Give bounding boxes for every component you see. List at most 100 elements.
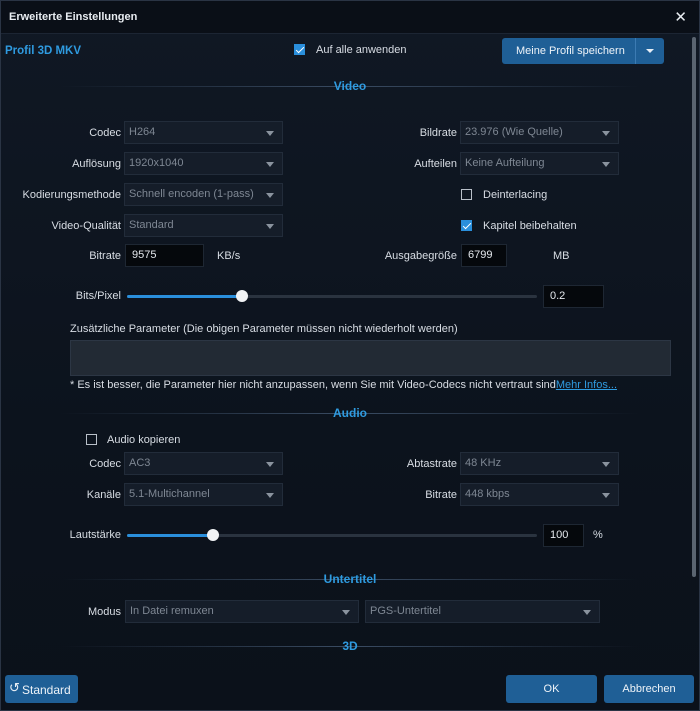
extra-params-textarea[interactable]	[70, 340, 671, 376]
samplerate-select[interactable]: 48 KHz	[460, 452, 619, 475]
default-button[interactable]: ↺ Standard	[5, 675, 78, 703]
split-label: Aufteilen	[414, 158, 457, 170]
channels-label: Kanäle	[86, 489, 121, 501]
chevron-down-icon[interactable]	[646, 49, 654, 53]
cancel-button-label: Abbrechen	[622, 683, 676, 695]
video-codec-select[interactable]: H264	[124, 121, 283, 144]
extra-params-label: Zusätzliche Parameter (Die obigen Parame…	[70, 323, 458, 335]
bits-pixel-slider-fill	[127, 295, 242, 298]
resolution-select[interactable]: 1920x1040	[124, 152, 283, 175]
resolution-value: 1920x1040	[129, 157, 184, 169]
volume-slider[interactable]	[127, 529, 537, 541]
framerate-value: 23.976 (Wie Quelle)	[465, 126, 563, 138]
keep-chapters-label: Kapitel beibehalten	[483, 220, 577, 232]
ok-button-label: OK	[543, 683, 560, 695]
title-bar: Erweiterte Einstellungen ✕	[1, 1, 699, 34]
advanced-settings-dialog: Erweiterte Einstellungen ✕ Profil 3D MKV…	[0, 0, 700, 711]
resolution-label: Auflösung	[72, 158, 121, 170]
apply-all-checkbox[interactable]	[294, 44, 305, 55]
video-section-header: Video	[61, 79, 639, 93]
video-bitrate-unit: KB/s	[217, 250, 241, 262]
video-codec-value: H264	[129, 126, 156, 138]
encoding-method-select[interactable]: Schnell encoden (1-pass)	[124, 183, 283, 206]
button-separator	[635, 38, 636, 64]
volume-unit: %	[593, 529, 603, 541]
apply-all-label: Auf alle anwenden	[316, 44, 407, 56]
deinterlacing-label: Deinterlacing	[483, 189, 548, 201]
chevron-down-icon	[602, 493, 610, 498]
video-bitrate-input[interactable]: 9575	[125, 244, 204, 267]
subtitle-mode-select[interactable]: In Datei remuxen	[125, 600, 359, 623]
more-info-link[interactable]: Mehr Infos...	[556, 379, 617, 391]
audio-section-title: Audio	[333, 406, 367, 420]
split-select[interactable]: Keine Aufteilung	[460, 152, 619, 175]
chevron-down-icon	[266, 131, 274, 136]
deinterlacing-checkbox[interactable]	[461, 189, 472, 200]
video-bitrate-label: Bitrate	[89, 250, 121, 262]
output-size-unit: MB	[553, 250, 570, 262]
volume-slider-fill	[127, 534, 213, 537]
save-profile-label: Meine Profil speichern	[516, 45, 625, 57]
window-title: Erweiterte Einstellungen	[9, 11, 138, 23]
codec-note: * Es ist besser, die Parameter hier nich…	[70, 379, 617, 391]
chevron-down-icon	[266, 493, 274, 498]
audio-codec-value: AC3	[129, 457, 151, 469]
close-icon[interactable]: ✕	[674, 8, 687, 26]
ok-button[interactable]: OK	[506, 675, 597, 703]
keep-chapters-checkbox[interactable]	[461, 220, 472, 231]
3d-section-header: 3D	[61, 639, 639, 653]
output-size-input[interactable]: 6799	[461, 244, 507, 267]
save-profile-button[interactable]: Meine Profil speichern	[502, 38, 664, 64]
bits-pixel-label: Bits/Pixel	[75, 290, 121, 302]
cancel-button[interactable]: Abbrechen	[604, 675, 694, 703]
video-bitrate-value: 9575	[132, 249, 157, 261]
audio-bitrate-label: Bitrate	[425, 489, 457, 501]
encoding-method-label: Kodierungsmethode	[22, 189, 121, 201]
audio-codec-select[interactable]: AC3	[124, 452, 283, 475]
samplerate-label: Abtastrate	[406, 458, 457, 470]
audio-bitrate-select[interactable]: 448 kbps	[460, 483, 619, 506]
video-quality-value: Standard	[129, 219, 174, 231]
default-button-label: Standard	[22, 683, 71, 697]
subtitle-mode-label: Modus	[87, 606, 121, 618]
video-codec-label: Codec	[89, 127, 121, 139]
encoding-method-value: Schnell encoden (1-pass)	[129, 188, 254, 200]
volume-input[interactable]: 100	[543, 524, 584, 547]
output-size-label: Ausgabegröße	[384, 250, 457, 262]
chevron-down-icon	[266, 162, 274, 167]
3d-section-title: 3D	[342, 639, 358, 653]
framerate-label: Bildrate	[419, 127, 457, 139]
split-value: Keine Aufteilung	[465, 157, 545, 169]
output-size-value: 6799	[468, 249, 493, 261]
video-section-title: Video	[333, 79, 367, 93]
bits-pixel-input[interactable]: 0.2	[543, 285, 604, 308]
chevron-down-icon	[266, 193, 274, 198]
audio-bitrate-value: 448 kbps	[465, 488, 510, 500]
subtitle-mode-value: In Datei remuxen	[130, 605, 214, 617]
bits-pixel-slider-handle[interactable]	[236, 290, 248, 302]
bits-pixel-value: 0.2	[550, 290, 566, 302]
reset-icon: ↺	[9, 680, 20, 695]
subtitle-type-select[interactable]: PGS-Untertitel	[365, 600, 600, 623]
samplerate-value: 48 KHz	[465, 457, 502, 469]
profile-name: Profil 3D MKV	[5, 45, 82, 57]
chevron-down-icon	[602, 131, 610, 136]
channels-value: 5.1-Multichannel	[129, 488, 210, 500]
chevron-down-icon	[602, 462, 610, 467]
chevron-down-icon	[342, 610, 350, 615]
volume-value: 100	[550, 529, 569, 541]
codec-note-text: * Es ist besser, die Parameter hier nich…	[70, 379, 556, 391]
copy-audio-label: Audio kopieren	[107, 434, 181, 446]
channels-select[interactable]: 5.1-Multichannel	[124, 483, 283, 506]
scrollbar[interactable]	[692, 37, 696, 577]
bits-pixel-slider[interactable]	[127, 290, 537, 302]
subtitle-section-title: Untertitel	[323, 572, 377, 586]
copy-audio-checkbox[interactable]	[86, 434, 97, 445]
subtitle-type-value: PGS-Untertitel	[370, 605, 441, 617]
video-quality-select[interactable]: Standard	[124, 214, 283, 237]
audio-section-header: Audio	[61, 406, 639, 420]
framerate-select[interactable]: 23.976 (Wie Quelle)	[460, 121, 619, 144]
chevron-down-icon	[266, 224, 274, 229]
audio-codec-label: Codec	[89, 458, 121, 470]
volume-slider-handle[interactable]	[207, 529, 219, 541]
